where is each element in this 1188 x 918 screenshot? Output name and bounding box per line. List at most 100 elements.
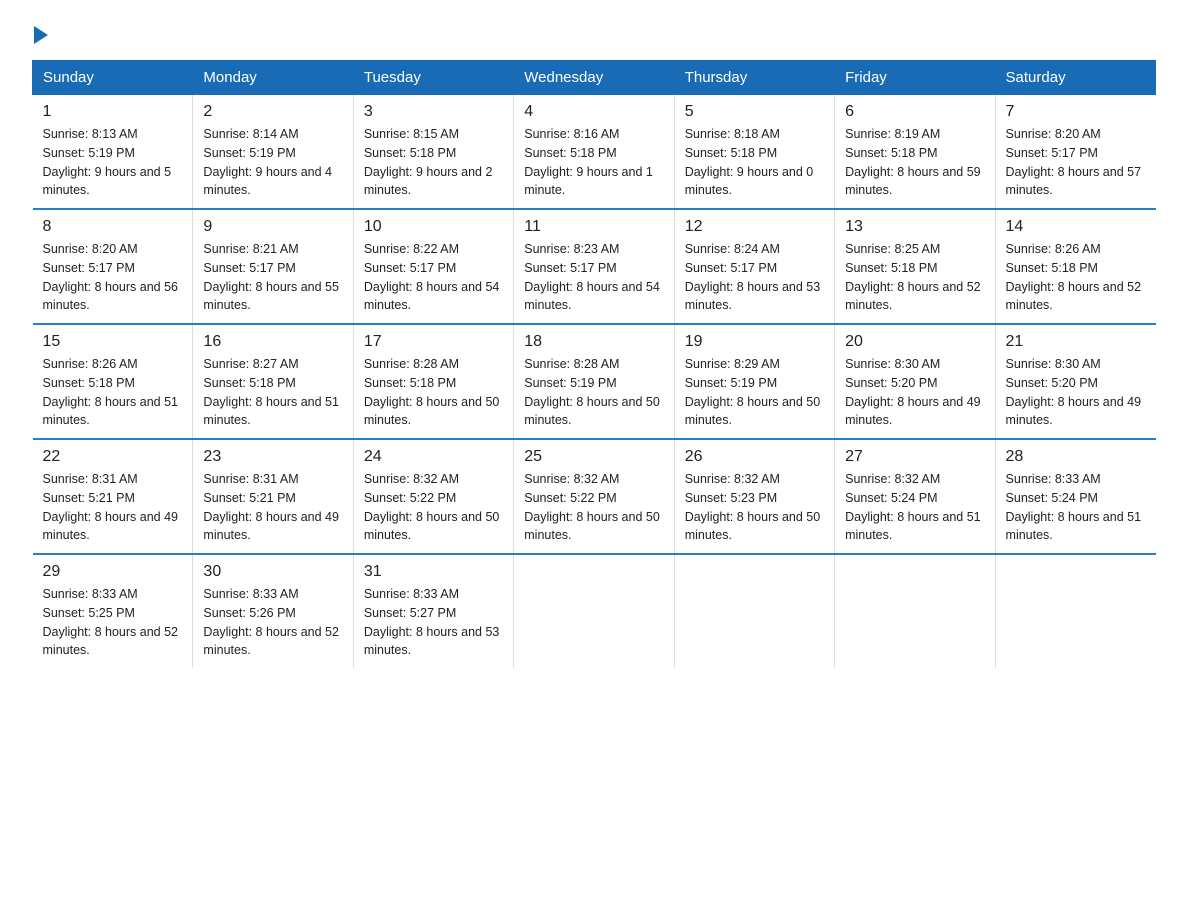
day-number: 7 [1006,103,1146,121]
week-row-1: 1 Sunrise: 8:13 AM Sunset: 5:19 PM Dayli… [33,95,1156,210]
calendar-cell [835,554,995,668]
calendar-cell: 4 Sunrise: 8:16 AM Sunset: 5:18 PM Dayli… [514,95,674,210]
day-number: 31 [364,563,503,581]
day-number: 10 [364,218,503,236]
calendar-cell: 14 Sunrise: 8:26 AM Sunset: 5:18 PM Dayl… [995,209,1155,324]
day-number: 18 [524,333,663,351]
day-number: 9 [203,218,342,236]
calendar-cell: 30 Sunrise: 8:33 AM Sunset: 5:26 PM Dayl… [193,554,353,668]
header-monday: Monday [193,61,353,95]
calendar-cell: 26 Sunrise: 8:32 AM Sunset: 5:23 PM Dayl… [674,439,834,554]
calendar-cell: 31 Sunrise: 8:33 AM Sunset: 5:27 PM Dayl… [353,554,513,668]
calendar-cell: 9 Sunrise: 8:21 AM Sunset: 5:17 PM Dayli… [193,209,353,324]
calendar-cell: 20 Sunrise: 8:30 AM Sunset: 5:20 PM Dayl… [835,324,995,439]
day-number: 19 [685,333,824,351]
calendar-cell: 1 Sunrise: 8:13 AM Sunset: 5:19 PM Dayli… [33,95,193,210]
calendar-cell: 8 Sunrise: 8:20 AM Sunset: 5:17 PM Dayli… [33,209,193,324]
header-friday: Friday [835,61,995,95]
day-info: Sunrise: 8:31 AM Sunset: 5:21 PM Dayligh… [203,470,342,545]
day-info: Sunrise: 8:30 AM Sunset: 5:20 PM Dayligh… [1006,355,1146,430]
day-info: Sunrise: 8:26 AM Sunset: 5:18 PM Dayligh… [1006,240,1146,315]
logo-blue-text [32,24,48,44]
day-info: Sunrise: 8:25 AM Sunset: 5:18 PM Dayligh… [845,240,984,315]
day-info: Sunrise: 8:23 AM Sunset: 5:17 PM Dayligh… [524,240,663,315]
day-number: 2 [203,103,342,121]
day-info: Sunrise: 8:22 AM Sunset: 5:17 PM Dayligh… [364,240,503,315]
day-number: 30 [203,563,342,581]
logo-arrow-icon [34,26,48,44]
day-number: 13 [845,218,984,236]
day-info: Sunrise: 8:33 AM Sunset: 5:26 PM Dayligh… [203,585,342,660]
day-info: Sunrise: 8:28 AM Sunset: 5:18 PM Dayligh… [364,355,503,430]
day-info: Sunrise: 8:20 AM Sunset: 5:17 PM Dayligh… [43,240,183,315]
day-number: 14 [1006,218,1146,236]
day-info: Sunrise: 8:21 AM Sunset: 5:17 PM Dayligh… [203,240,342,315]
day-number: 8 [43,218,183,236]
week-row-3: 15 Sunrise: 8:26 AM Sunset: 5:18 PM Dayl… [33,324,1156,439]
day-number: 12 [685,218,824,236]
calendar-cell: 3 Sunrise: 8:15 AM Sunset: 5:18 PM Dayli… [353,95,513,210]
day-info: Sunrise: 8:24 AM Sunset: 5:17 PM Dayligh… [685,240,824,315]
calendar-cell [674,554,834,668]
day-number: 16 [203,333,342,351]
calendar-cell: 29 Sunrise: 8:33 AM Sunset: 5:25 PM Dayl… [33,554,193,668]
day-info: Sunrise: 8:27 AM Sunset: 5:18 PM Dayligh… [203,355,342,430]
day-number: 27 [845,448,984,466]
day-info: Sunrise: 8:19 AM Sunset: 5:18 PM Dayligh… [845,125,984,200]
day-info: Sunrise: 8:32 AM Sunset: 5:22 PM Dayligh… [364,470,503,545]
header-tuesday: Tuesday [353,61,513,95]
week-row-2: 8 Sunrise: 8:20 AM Sunset: 5:17 PM Dayli… [33,209,1156,324]
calendar-cell: 16 Sunrise: 8:27 AM Sunset: 5:18 PM Dayl… [193,324,353,439]
week-row-4: 22 Sunrise: 8:31 AM Sunset: 5:21 PM Dayl… [33,439,1156,554]
day-info: Sunrise: 8:31 AM Sunset: 5:21 PM Dayligh… [43,470,183,545]
calendar-cell: 24 Sunrise: 8:32 AM Sunset: 5:22 PM Dayl… [353,439,513,554]
calendar-cell: 21 Sunrise: 8:30 AM Sunset: 5:20 PM Dayl… [995,324,1155,439]
day-info: Sunrise: 8:18 AM Sunset: 5:18 PM Dayligh… [685,125,824,200]
day-info: Sunrise: 8:20 AM Sunset: 5:17 PM Dayligh… [1006,125,1146,200]
day-number: 6 [845,103,984,121]
day-info: Sunrise: 8:32 AM Sunset: 5:24 PM Dayligh… [845,470,984,545]
header-sunday: Sunday [33,61,193,95]
day-info: Sunrise: 8:13 AM Sunset: 5:19 PM Dayligh… [43,125,183,200]
day-number: 5 [685,103,824,121]
calendar-cell: 27 Sunrise: 8:32 AM Sunset: 5:24 PM Dayl… [835,439,995,554]
calendar-cell: 5 Sunrise: 8:18 AM Sunset: 5:18 PM Dayli… [674,95,834,210]
header-thursday: Thursday [674,61,834,95]
day-info: Sunrise: 8:29 AM Sunset: 5:19 PM Dayligh… [685,355,824,430]
calendar-cell: 2 Sunrise: 8:14 AM Sunset: 5:19 PM Dayli… [193,95,353,210]
calendar-cell [514,554,674,668]
calendar-cell: 10 Sunrise: 8:22 AM Sunset: 5:17 PM Dayl… [353,209,513,324]
day-number: 20 [845,333,984,351]
day-info: Sunrise: 8:33 AM Sunset: 5:24 PM Dayligh… [1006,470,1146,545]
day-number: 21 [1006,333,1146,351]
day-info: Sunrise: 8:16 AM Sunset: 5:18 PM Dayligh… [524,125,663,200]
day-info: Sunrise: 8:33 AM Sunset: 5:27 PM Dayligh… [364,585,503,660]
day-number: 1 [43,103,183,121]
day-number: 28 [1006,448,1146,466]
calendar-cell: 22 Sunrise: 8:31 AM Sunset: 5:21 PM Dayl… [33,439,193,554]
calendar-cell [995,554,1155,668]
day-info: Sunrise: 8:32 AM Sunset: 5:22 PM Dayligh… [524,470,663,545]
calendar-table: SundayMondayTuesdayWednesdayThursdayFrid… [32,60,1156,668]
day-number: 25 [524,448,663,466]
week-row-5: 29 Sunrise: 8:33 AM Sunset: 5:25 PM Dayl… [33,554,1156,668]
calendar-header-row: SundayMondayTuesdayWednesdayThursdayFrid… [33,61,1156,95]
day-number: 11 [524,218,663,236]
calendar-cell: 15 Sunrise: 8:26 AM Sunset: 5:18 PM Dayl… [33,324,193,439]
day-number: 24 [364,448,503,466]
day-number: 22 [43,448,183,466]
header-saturday: Saturday [995,61,1155,95]
day-number: 15 [43,333,183,351]
day-info: Sunrise: 8:28 AM Sunset: 5:19 PM Dayligh… [524,355,663,430]
day-number: 29 [43,563,183,581]
page-header [32,24,1156,44]
calendar-cell: 17 Sunrise: 8:28 AM Sunset: 5:18 PM Dayl… [353,324,513,439]
day-info: Sunrise: 8:26 AM Sunset: 5:18 PM Dayligh… [43,355,183,430]
day-number: 26 [685,448,824,466]
logo [32,24,48,44]
calendar-cell: 28 Sunrise: 8:33 AM Sunset: 5:24 PM Dayl… [995,439,1155,554]
day-number: 3 [364,103,503,121]
day-info: Sunrise: 8:32 AM Sunset: 5:23 PM Dayligh… [685,470,824,545]
day-info: Sunrise: 8:15 AM Sunset: 5:18 PM Dayligh… [364,125,503,200]
day-number: 23 [203,448,342,466]
